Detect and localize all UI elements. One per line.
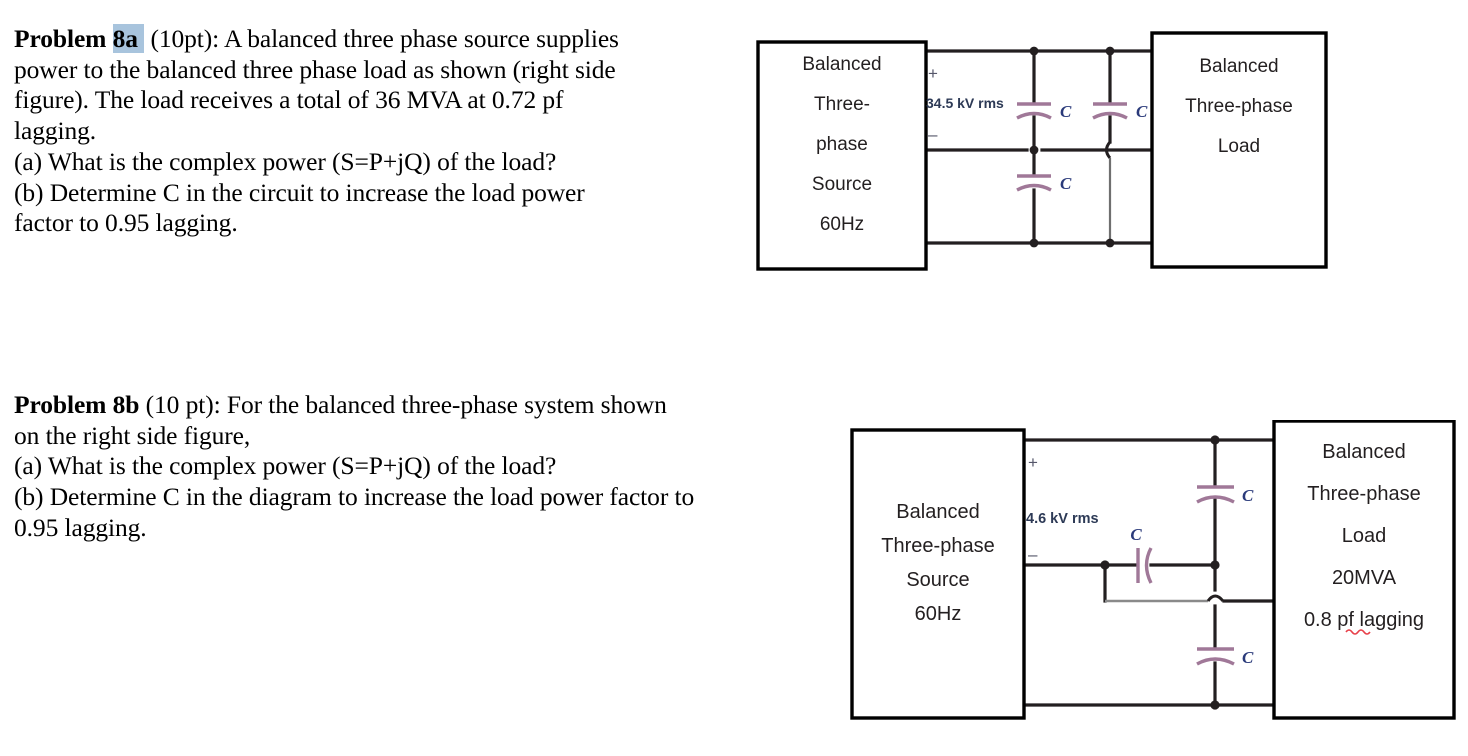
source-box-line-2: Three- (814, 94, 870, 115)
capacitor-label: C (1060, 102, 1072, 121)
load-box-line-2: Three-phase (1307, 483, 1420, 505)
problem-8b-heading: Problem 8b (14, 390, 140, 419)
circuit-diagram-8b: C C C Balanced Three-phase Source 60Hz B… (846, 420, 1468, 730)
problem-8b-text-line-5: 0.95 lagging. (14, 512, 147, 542)
capacitor-label: C (1136, 102, 1148, 121)
load-box-line-3: Load (1218, 136, 1260, 157)
wires-group-8a (922, 49, 1156, 245)
problem-8a-text-line-5: (a) What is the complex power (S=P+jQ) o… (14, 146, 557, 176)
problem-8b-text-line-2: on the right side figure, (14, 420, 251, 450)
load-box-line-1: Balanced (1322, 441, 1405, 463)
capacitor-upper-8b: C (1196, 485, 1254, 505)
capacitor-lower-8b: C (1196, 647, 1254, 667)
problem-8a-statement: Problem 8a (10pt): A balanced three phas… (14, 24, 754, 239)
source-box-line-1: Balanced (802, 54, 881, 75)
junction-dot (1029, 145, 1039, 155)
voltage-label-8a: 34.5 kV rms (926, 95, 1004, 111)
source-box-line-2: Three-phase (881, 535, 994, 557)
polarity-minus-sign: – (928, 125, 938, 144)
capacitor-label: C (1242, 486, 1254, 505)
problem-8b-statement: Problem 8b (10 pt): For the balanced thr… (14, 390, 859, 544)
load-box-line-2: Three-phase (1185, 96, 1293, 117)
problem-8a-text-line-1: (10pt): A balanced three phase source su… (144, 24, 619, 53)
wire-hop-over-8b (1206, 594, 1225, 602)
junction-dot (1029, 238, 1039, 248)
polarity-plus-sign: + (1028, 453, 1038, 472)
problem-8a-heading-highlighted: 8a (112, 24, 138, 53)
capacitor-label: C (1060, 174, 1072, 193)
capacitor-middle-horizontal-8b: C (1130, 525, 1153, 584)
source-box-line-4: 60Hz (915, 603, 962, 625)
source-box-line-3: phase (816, 134, 868, 155)
load-box-line-3: Load (1342, 525, 1387, 547)
capacitor-lower-left-8a: C (1016, 174, 1072, 193)
load-box-rating: 20MVA (1332, 567, 1397, 589)
source-box-line-1: Balanced (896, 501, 979, 523)
source-box-line-3: Source (906, 569, 969, 591)
junction-dot (1105, 46, 1115, 56)
load-box-power-factor: 0.8 pf lagging (1304, 609, 1424, 631)
load-box-line-1: Balanced (1199, 56, 1278, 77)
junction-dots-8b (1100, 435, 1220, 710)
capacitor-label: C (1130, 525, 1142, 544)
junction-dot (1029, 46, 1039, 56)
problem-8a-text-line-3: figure). The load receives a total of 36… (14, 85, 564, 115)
problem-8a-text-line-6: (b) Determine C in the circuit to increa… (14, 177, 585, 207)
source-box-line-5: 60Hz (820, 214, 864, 235)
polarity-plus-sign: + (928, 64, 938, 83)
problem-8b-text-line-1: (10 pt): For the balanced three-phase sy… (139, 390, 667, 419)
problem-8a-text-line-7: factor to 0.95 lagging. (14, 208, 238, 238)
problem-8b-text-line-4: (b) Determine C in the diagram to increa… (14, 482, 695, 512)
voltage-label-8b: 4.6 kV rms (1026, 511, 1099, 527)
junction-dot (1105, 238, 1115, 248)
problem-8a-line-1: Problem 8a (10pt): A balanced three phas… (14, 24, 754, 55)
wires-group-8b (1020, 438, 1280, 707)
problem-8a-text-line-4: lagging. (14, 116, 97, 146)
junction-dot (1210, 560, 1220, 570)
problem-8a-text-line-2: power to the balanced three phase load a… (14, 54, 616, 84)
capacitor-upper-right-8a: C (1092, 102, 1148, 121)
junction-dots-8a (1029, 46, 1115, 248)
junction-dot (1100, 560, 1110, 570)
capacitor-label: C (1242, 648, 1254, 667)
problem-8b-text-line-3: (a) What is the complex power (S=P+jQ) o… (14, 451, 557, 481)
junction-dot (1210, 700, 1220, 710)
junction-dot (1210, 435, 1220, 445)
problem-8a-heading: Problem (14, 24, 113, 53)
problem-8b-line-1: Problem 8b (10 pt): For the balanced thr… (14, 390, 859, 421)
capacitor-upper-left-8a: C (1016, 102, 1072, 121)
circuit-diagram-8a: C C C Balanced Three- phase Source 60Hz … (752, 22, 1352, 284)
source-box-line-4: Source (812, 174, 872, 195)
polarity-minus-sign: – (1028, 545, 1038, 564)
